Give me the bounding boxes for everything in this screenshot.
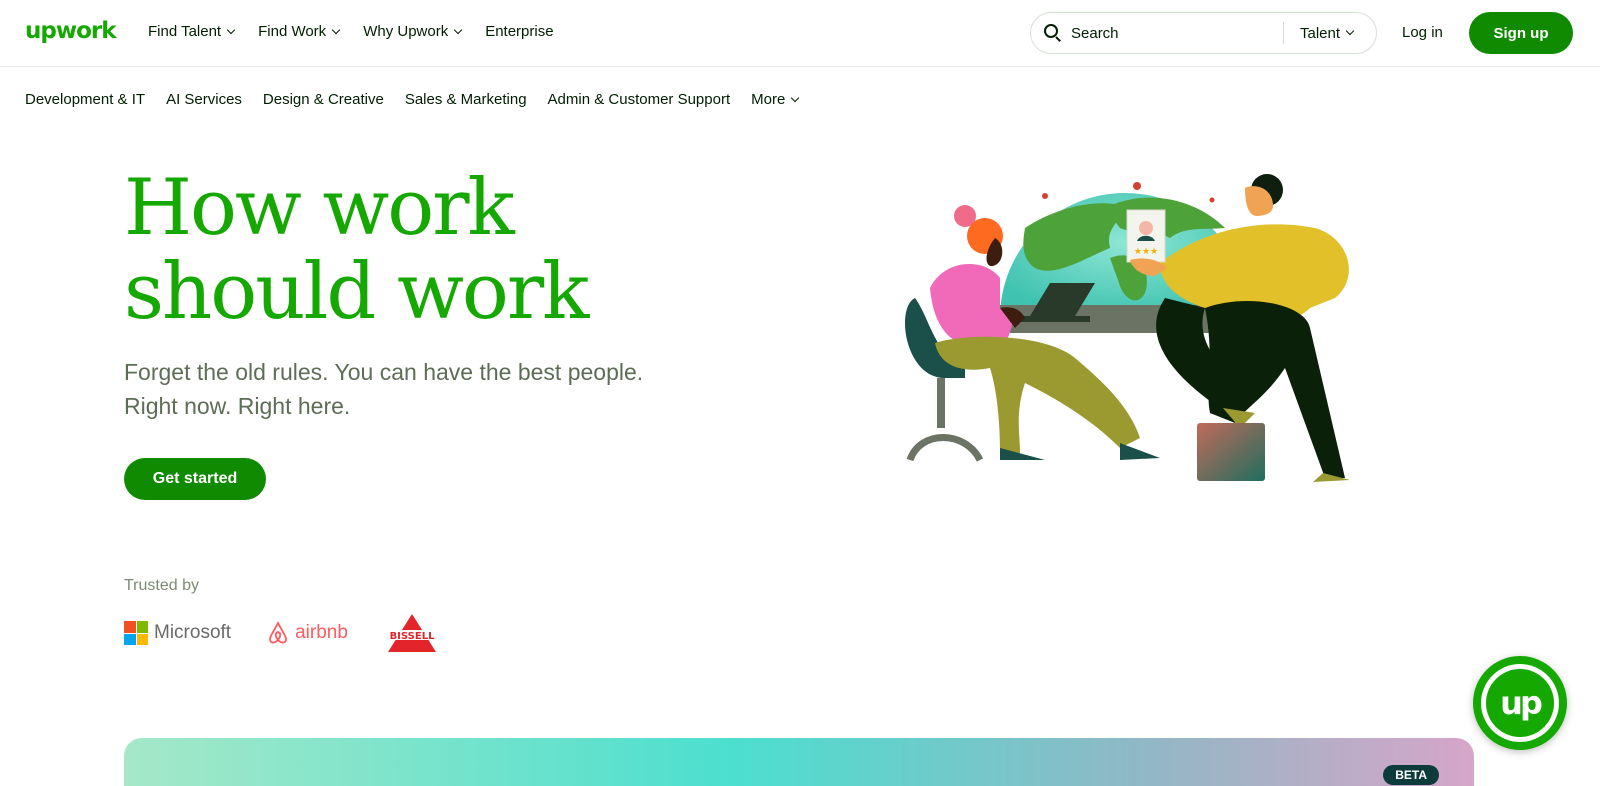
- airbnb-wordmark: airbnb: [295, 622, 348, 643]
- chevron-down-icon: [226, 25, 236, 34]
- microsoft-grid-icon: [124, 621, 148, 645]
- category-design-creative[interactable]: Design & Creative: [263, 91, 384, 108]
- trusted-by-label: Trusted by: [124, 577, 199, 594]
- category-development-it[interactable]: Development & IT: [25, 91, 145, 108]
- microsoft-logo: Microsoft: [124, 621, 231, 645]
- hero-title-line2: should work: [124, 247, 589, 337]
- microsoft-wordmark: Microsoft: [154, 622, 232, 643]
- promo-banner: BETA: [124, 738, 1474, 786]
- hero-illustration: ★★★: [905, 174, 1350, 482]
- upwork-logo[interactable]: upwork: [25, 18, 117, 44]
- airbnb-icon: [269, 620, 287, 644]
- category-more[interactable]: More: [751, 91, 800, 108]
- assistant-ring: up: [1481, 664, 1559, 742]
- nav-enterprise[interactable]: Enterprise: [485, 23, 553, 40]
- hero-subtitle-line2: Right now. Right here.: [124, 393, 351, 419]
- bissell-emblem: BISSELL: [383, 614, 440, 652]
- login-link[interactable]: Log in: [1402, 24, 1443, 41]
- get-started-button[interactable]: Get started: [124, 458, 266, 500]
- signup-button[interactable]: Sign up: [1469, 12, 1573, 54]
- nav-find-talent[interactable]: Find Talent: [148, 23, 236, 40]
- category-sales-marketing[interactable]: Sales & Marketing: [405, 91, 527, 108]
- bissell-wordmark: BISSELL: [389, 631, 435, 642]
- hero-title-line1: How work: [124, 163, 515, 253]
- category-more-label: More: [751, 91, 786, 108]
- chevron-down-icon: [453, 25, 463, 34]
- upwork-assistant-button[interactable]: up: [1473, 656, 1567, 750]
- nav-find-talent-label: Find Talent: [148, 23, 222, 40]
- hero-title: How work should work: [124, 163, 589, 337]
- search-icon: [1044, 24, 1062, 42]
- main-nav: Find Talent Find Work Why Upwork Enterpr…: [148, 23, 578, 40]
- upwork-up-icon: up: [1486, 669, 1554, 737]
- search-divider: [1283, 22, 1284, 44]
- nav-find-work[interactable]: Find Work: [258, 23, 341, 40]
- airbnb-logo: airbnb: [265, 620, 348, 646]
- hero-subtitle: Forget the old rules. You can have the b…: [124, 355, 684, 423]
- category-admin-support[interactable]: Admin & Customer Support: [548, 91, 731, 108]
- search-scope-label: Talent: [1300, 24, 1341, 42]
- search-scope-select[interactable]: Talent: [1300, 24, 1355, 42]
- trusted-logos: Microsoft airbnb BISSELL: [124, 612, 442, 654]
- chevron-down-icon: [331, 25, 341, 34]
- chevron-down-icon: [791, 93, 800, 102]
- bissell-logo: BISSELL: [382, 612, 442, 654]
- nav-find-work-label: Find Work: [258, 23, 327, 40]
- hero-subtitle-line1: Forget the old rules. You can have the b…: [124, 359, 644, 385]
- top-header: upwork Find Talent Find Work Why Upwork …: [0, 0, 1600, 67]
- beta-badge: BETA: [1383, 765, 1439, 785]
- chevron-down-icon: [1345, 26, 1355, 36]
- nav-enterprise-label: Enterprise: [485, 23, 554, 40]
- search-input[interactable]: [1071, 24, 1271, 42]
- category-ai-services[interactable]: AI Services: [166, 91, 242, 108]
- nav-why-upwork-label: Why Upwork: [363, 23, 449, 40]
- svg-text:★★★: ★★★: [1134, 247, 1158, 257]
- nav-why-upwork[interactable]: Why Upwork: [363, 23, 463, 40]
- category-nav: Development & IT AI Services Design & Cr…: [25, 91, 819, 108]
- search-box: Talent: [1030, 12, 1377, 54]
